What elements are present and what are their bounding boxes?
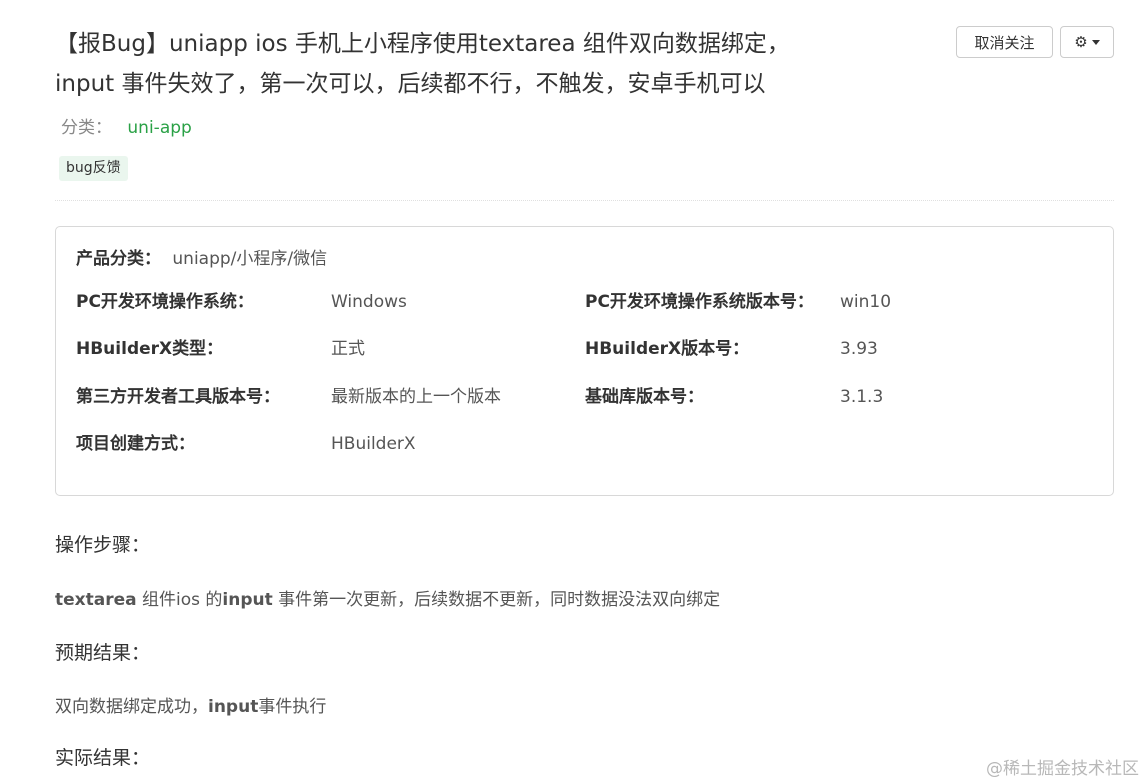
steps-keyword-textarea: textarea: [55, 590, 137, 610]
expected-result-title: 预期结果：: [55, 642, 151, 664]
post-category: 分类： uni-app: [61, 116, 192, 140]
watermark: @稀土掘金技术社区: [986, 759, 1139, 779]
hbuilderx-version-label: HBuilderX版本号：: [585, 339, 750, 359]
actual-result-title: 实际结果：: [55, 747, 151, 769]
steps-text-1: 组件ios 的: [136, 590, 223, 610]
header-divider: [55, 200, 1114, 201]
post-header: 【报Bug】uniapp ios 手机上小程序使用textarea 组件双向数据…: [55, 24, 945, 104]
os-version-value: win10: [840, 292, 892, 312]
os-value: Windows: [331, 292, 407, 312]
category-link[interactable]: uni-app: [127, 118, 191, 138]
product-category-value: uniapp/小程序/微信: [172, 249, 328, 269]
post-actions: 取消关注 ⚙: [956, 26, 1114, 58]
steps-text-2: 事件第一次更新，后续数据不更新，同时数据没法双向绑定: [272, 590, 721, 610]
category-label: 分类：: [61, 118, 112, 138]
post-title: 【报Bug】uniapp ios 手机上小程序使用textarea 组件双向数据…: [55, 24, 945, 104]
third-party-tool-version-value: 最新版本的上一个版本: [331, 387, 501, 407]
steps-keyword-input: input: [222, 590, 273, 610]
steps-title: 操作步骤：: [55, 534, 151, 556]
project-creation-method-value: HBuilderX: [331, 434, 416, 454]
settings-dropdown-button[interactable]: ⚙: [1060, 26, 1114, 58]
environment-info-card: 产品分类： uniapp/小程序/微信 PC开发环境操作系统： Windows …: [55, 226, 1114, 496]
product-category-row: 产品分类： uniapp/小程序/微信: [76, 247, 327, 271]
post-title-line-1: 【报Bug】uniapp ios 手机上小程序使用textarea 组件双向数据…: [55, 31, 790, 57]
base-library-version-value: 3.1.3: [840, 387, 884, 407]
product-category-label: 产品分类：: [76, 249, 161, 269]
expected-result-body: 双向数据绑定成功，input事件执行: [55, 695, 326, 719]
expected-text-2: 事件执行: [258, 697, 327, 717]
post-title-line-2: input 事件失效了，第一次可以，后续都不行，不触发，安卓手机可以: [55, 71, 766, 97]
base-library-version-label: 基础库版本号：: [585, 387, 704, 407]
caret-down-icon: [1091, 39, 1100, 45]
hbuilderx-type-label: HBuilderX类型：: [76, 339, 224, 359]
expected-keyword-input: input: [208, 697, 259, 717]
hbuilderx-type-value: 正式: [331, 339, 365, 359]
tag-bug-feedback[interactable]: bug反馈: [59, 156, 128, 181]
os-version-label: PC开发环境操作系统版本号：: [585, 292, 814, 312]
project-creation-method-label: 项目创建方式：: [76, 434, 195, 454]
unfollow-button[interactable]: 取消关注: [956, 26, 1053, 58]
steps-body: textarea 组件ios 的input 事件第一次更新，后续数据不更新，同时…: [55, 588, 720, 612]
gear-icon: ⚙: [1074, 33, 1088, 51]
hbuilderx-version-value: 3.93: [840, 339, 878, 359]
os-label: PC开发环境操作系统：: [76, 292, 254, 312]
expected-text-1: 双向数据绑定成功，: [55, 697, 208, 717]
third-party-tool-version-label: 第三方开发者工具版本号：: [76, 387, 280, 407]
